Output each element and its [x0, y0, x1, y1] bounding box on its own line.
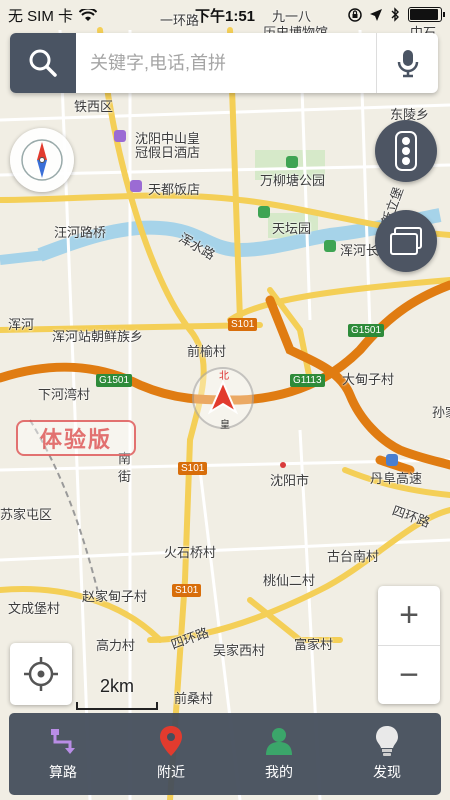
park-poi-icon[interactable] [324, 240, 336, 252]
carrier-label: 无 SIM 卡 [8, 7, 74, 25]
status-bar: 无 SIM 卡 下午1:51 [0, 0, 450, 30]
status-time: 下午1:51 [194, 7, 256, 25]
map-label: 沈阳市 [270, 473, 310, 488]
search-input[interactable] [76, 33, 376, 93]
vehicle-location-marker: 北 皇 [192, 367, 254, 431]
search-button[interactable] [10, 33, 76, 93]
nav-nearby[interactable]: 附近 [117, 713, 225, 795]
road-shield: S101 [178, 462, 208, 475]
nav-route[interactable]: 算路 [9, 713, 117, 795]
crosshair-icon [24, 657, 58, 691]
zoom-controls: + − [378, 586, 440, 704]
microphone-icon [397, 50, 418, 78]
heading-label: 北 [219, 371, 229, 382]
park-poi-icon[interactable] [286, 156, 298, 168]
traffic-light-icon [395, 131, 417, 171]
orientation-lock-icon [348, 7, 362, 22]
marker-bottom-label: 皇 [220, 420, 230, 431]
map-label: 苏家屯区 [0, 507, 53, 522]
road-shield: G1501 [96, 374, 133, 387]
map-label: 古台南村 [327, 549, 380, 564]
route-icon [51, 729, 75, 754]
map-label: 赵家甸子村 [82, 589, 148, 604]
road-shield: G1501 [348, 324, 385, 337]
person-icon [266, 728, 292, 755]
wifi-icon [79, 8, 98, 21]
road-shield: S101 [172, 584, 202, 597]
search-bar [10, 33, 438, 93]
map-label: 浑河站朝鲜族乡 [52, 329, 144, 344]
voice-search-button[interactable] [376, 33, 438, 93]
map-label: 冠假日酒店 [135, 145, 201, 160]
map-label: 街 [118, 469, 132, 484]
nav-discover-label: 发现 [373, 764, 401, 780]
traffic-toggle-button[interactable] [375, 120, 437, 182]
map-label: 丹阜高速 [370, 471, 423, 486]
highway-poi-icon[interactable] [386, 454, 398, 466]
map-label: 文成堡村 [8, 601, 61, 616]
location-pin-icon [160, 726, 182, 756]
navigation-arrow-icon [207, 379, 239, 415]
map-scale: 2km [76, 676, 158, 710]
nav-nearby-label: 附近 [157, 764, 185, 780]
layers-icon [390, 227, 422, 255]
bottom-navigation: 算路 附近 我的 发现 [9, 713, 441, 795]
map-layers-button[interactable] [375, 210, 437, 272]
hotel-poi-icon[interactable] [114, 130, 126, 142]
battery-icon [408, 7, 445, 22]
search-icon [29, 49, 57, 77]
map-label: 前榆村 [187, 344, 227, 359]
scale-label: 2km [99, 676, 134, 696]
zoom-in-button[interactable]: + [378, 586, 440, 645]
battery-level [410, 9, 439, 20]
nav-mine[interactable]: 我的 [225, 713, 333, 795]
map-label: 浑河 [8, 317, 35, 332]
map-label: 孙家 [432, 405, 450, 420]
map-label: 大甸子村 [342, 372, 395, 387]
road-shield: G1113 [290, 374, 325, 387]
nav-mine-label: 我的 [265, 764, 293, 780]
compass-button[interactable] [10, 128, 74, 192]
map-label: 下河湾村 [38, 387, 91, 402]
trial-watermark: 体验版 [16, 420, 136, 456]
city-poi-icon[interactable] [280, 462, 286, 468]
map-label: 天坛园 [272, 221, 312, 236]
locate-me-button[interactable] [10, 643, 72, 705]
lightbulb-icon [376, 726, 398, 756]
hotel-poi-icon[interactable] [130, 180, 142, 192]
zoom-out-button[interactable]: − [378, 645, 440, 704]
road-shield: S101 [228, 318, 258, 331]
bluetooth-icon [391, 7, 399, 22]
map-label: 火石桥村 [164, 545, 217, 560]
map-label: 高力村 [96, 638, 136, 653]
location-arrow-icon [370, 8, 382, 21]
map-label: 前桑村 [174, 691, 214, 706]
park-poi-icon[interactable] [258, 206, 270, 218]
map-label: 铁西区 [74, 99, 114, 114]
compass-icon [21, 139, 63, 181]
map-label: 汪河路桥 [54, 225, 107, 240]
map-label: 吴家西村 [213, 643, 266, 658]
scale-bar [76, 702, 158, 710]
map-label: 富家村 [294, 637, 334, 652]
map-label: 万柳塘公园 [260, 173, 326, 188]
map-label: 桃仙二村 [263, 573, 316, 588]
nav-route-label: 算路 [49, 764, 77, 780]
nav-discover[interactable]: 发现 [333, 713, 441, 795]
map-label: 天都饭店 [148, 182, 201, 197]
